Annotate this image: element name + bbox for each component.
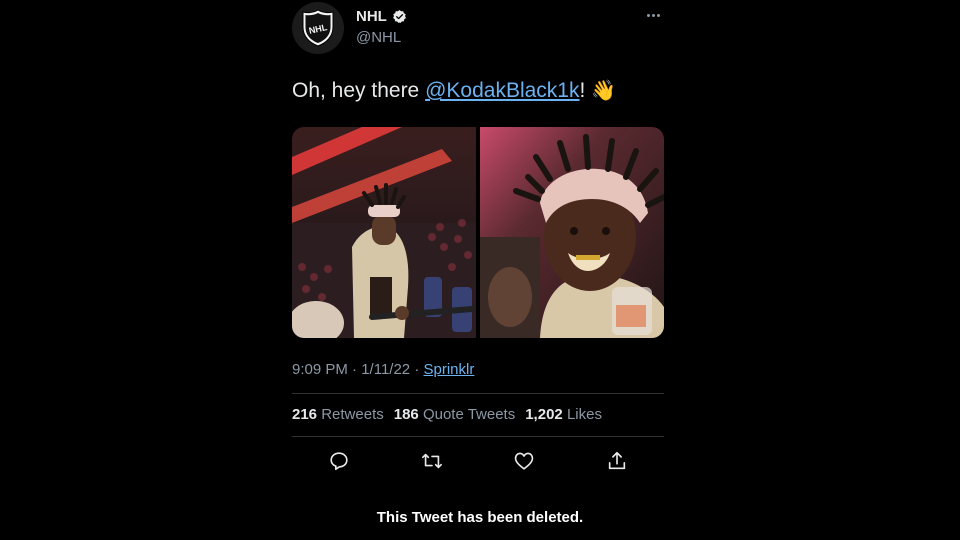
media-grid: [292, 127, 664, 338]
handle[interactable]: @NHL: [356, 29, 401, 46]
photo-closeup-smile[interactable]: [480, 127, 664, 338]
tweet-time[interactable]: 9:09 PM: [292, 361, 348, 378]
meta-separator-2: ·: [414, 361, 420, 378]
tweet-meta: 9:09 PM · 1/11/22 · Sprinklr: [292, 361, 474, 378]
divider-bottom: [292, 436, 664, 437]
likes-label: Likes: [566, 406, 602, 423]
tweet-date[interactable]: 1/11/22: [361, 361, 410, 378]
likes-count: 1,202: [525, 406, 563, 423]
photo-arena-person[interactable]: [292, 127, 476, 338]
name-row: NHL: [356, 8, 407, 25]
meta-separator: ·: [352, 361, 358, 378]
tweet-text-end: !: [579, 79, 592, 102]
nhl-shield-logo-icon: NHL: [302, 9, 334, 47]
retweet-icon[interactable]: [419, 448, 445, 474]
quote-tweets-stat[interactable]: 186 Quote Tweets: [394, 406, 515, 423]
mention-link[interactable]: @KodakBlack1k: [425, 79, 579, 102]
retweets-stat[interactable]: 216 Retweets: [292, 406, 384, 423]
divider-top: [292, 393, 664, 394]
display-name[interactable]: NHL: [356, 8, 387, 25]
deleted-caption: This Tweet has been deleted.: [376, 509, 584, 526]
share-icon[interactable]: [604, 448, 630, 474]
retweets-label: Retweets: [321, 406, 384, 423]
tweet-text: Oh, hey there @KodakBlack1k! 👋: [292, 78, 616, 103]
retweets-count: 216: [292, 406, 318, 423]
quote-tweets-label: Quote Tweets: [422, 406, 516, 423]
source-link[interactable]: Sprinklr: [424, 361, 475, 378]
waving-hand-icon: 👋: [591, 80, 617, 102]
screenshot-frame: NHL NHL @NHL Oh, hey there @KodakBlack1k…: [0, 0, 960, 540]
tweet-text-start: Oh, hey there: [292, 79, 426, 102]
tweet-header: NHL NHL @NHL: [292, 2, 664, 54]
verified-badge-icon: [392, 9, 406, 23]
like-icon[interactable]: [511, 448, 537, 474]
tweet-stats: 216 Retweets 186 Quote Tweets 1,202 Like…: [292, 406, 602, 423]
reply-icon[interactable]: [326, 448, 352, 474]
avatar[interactable]: NHL: [292, 2, 344, 54]
more-options-icon[interactable]: [642, 8, 664, 22]
action-bar: [292, 448, 664, 474]
quote-tweets-count: 186: [393, 406, 419, 423]
likes-stat[interactable]: 1,202 Likes: [525, 406, 602, 423]
